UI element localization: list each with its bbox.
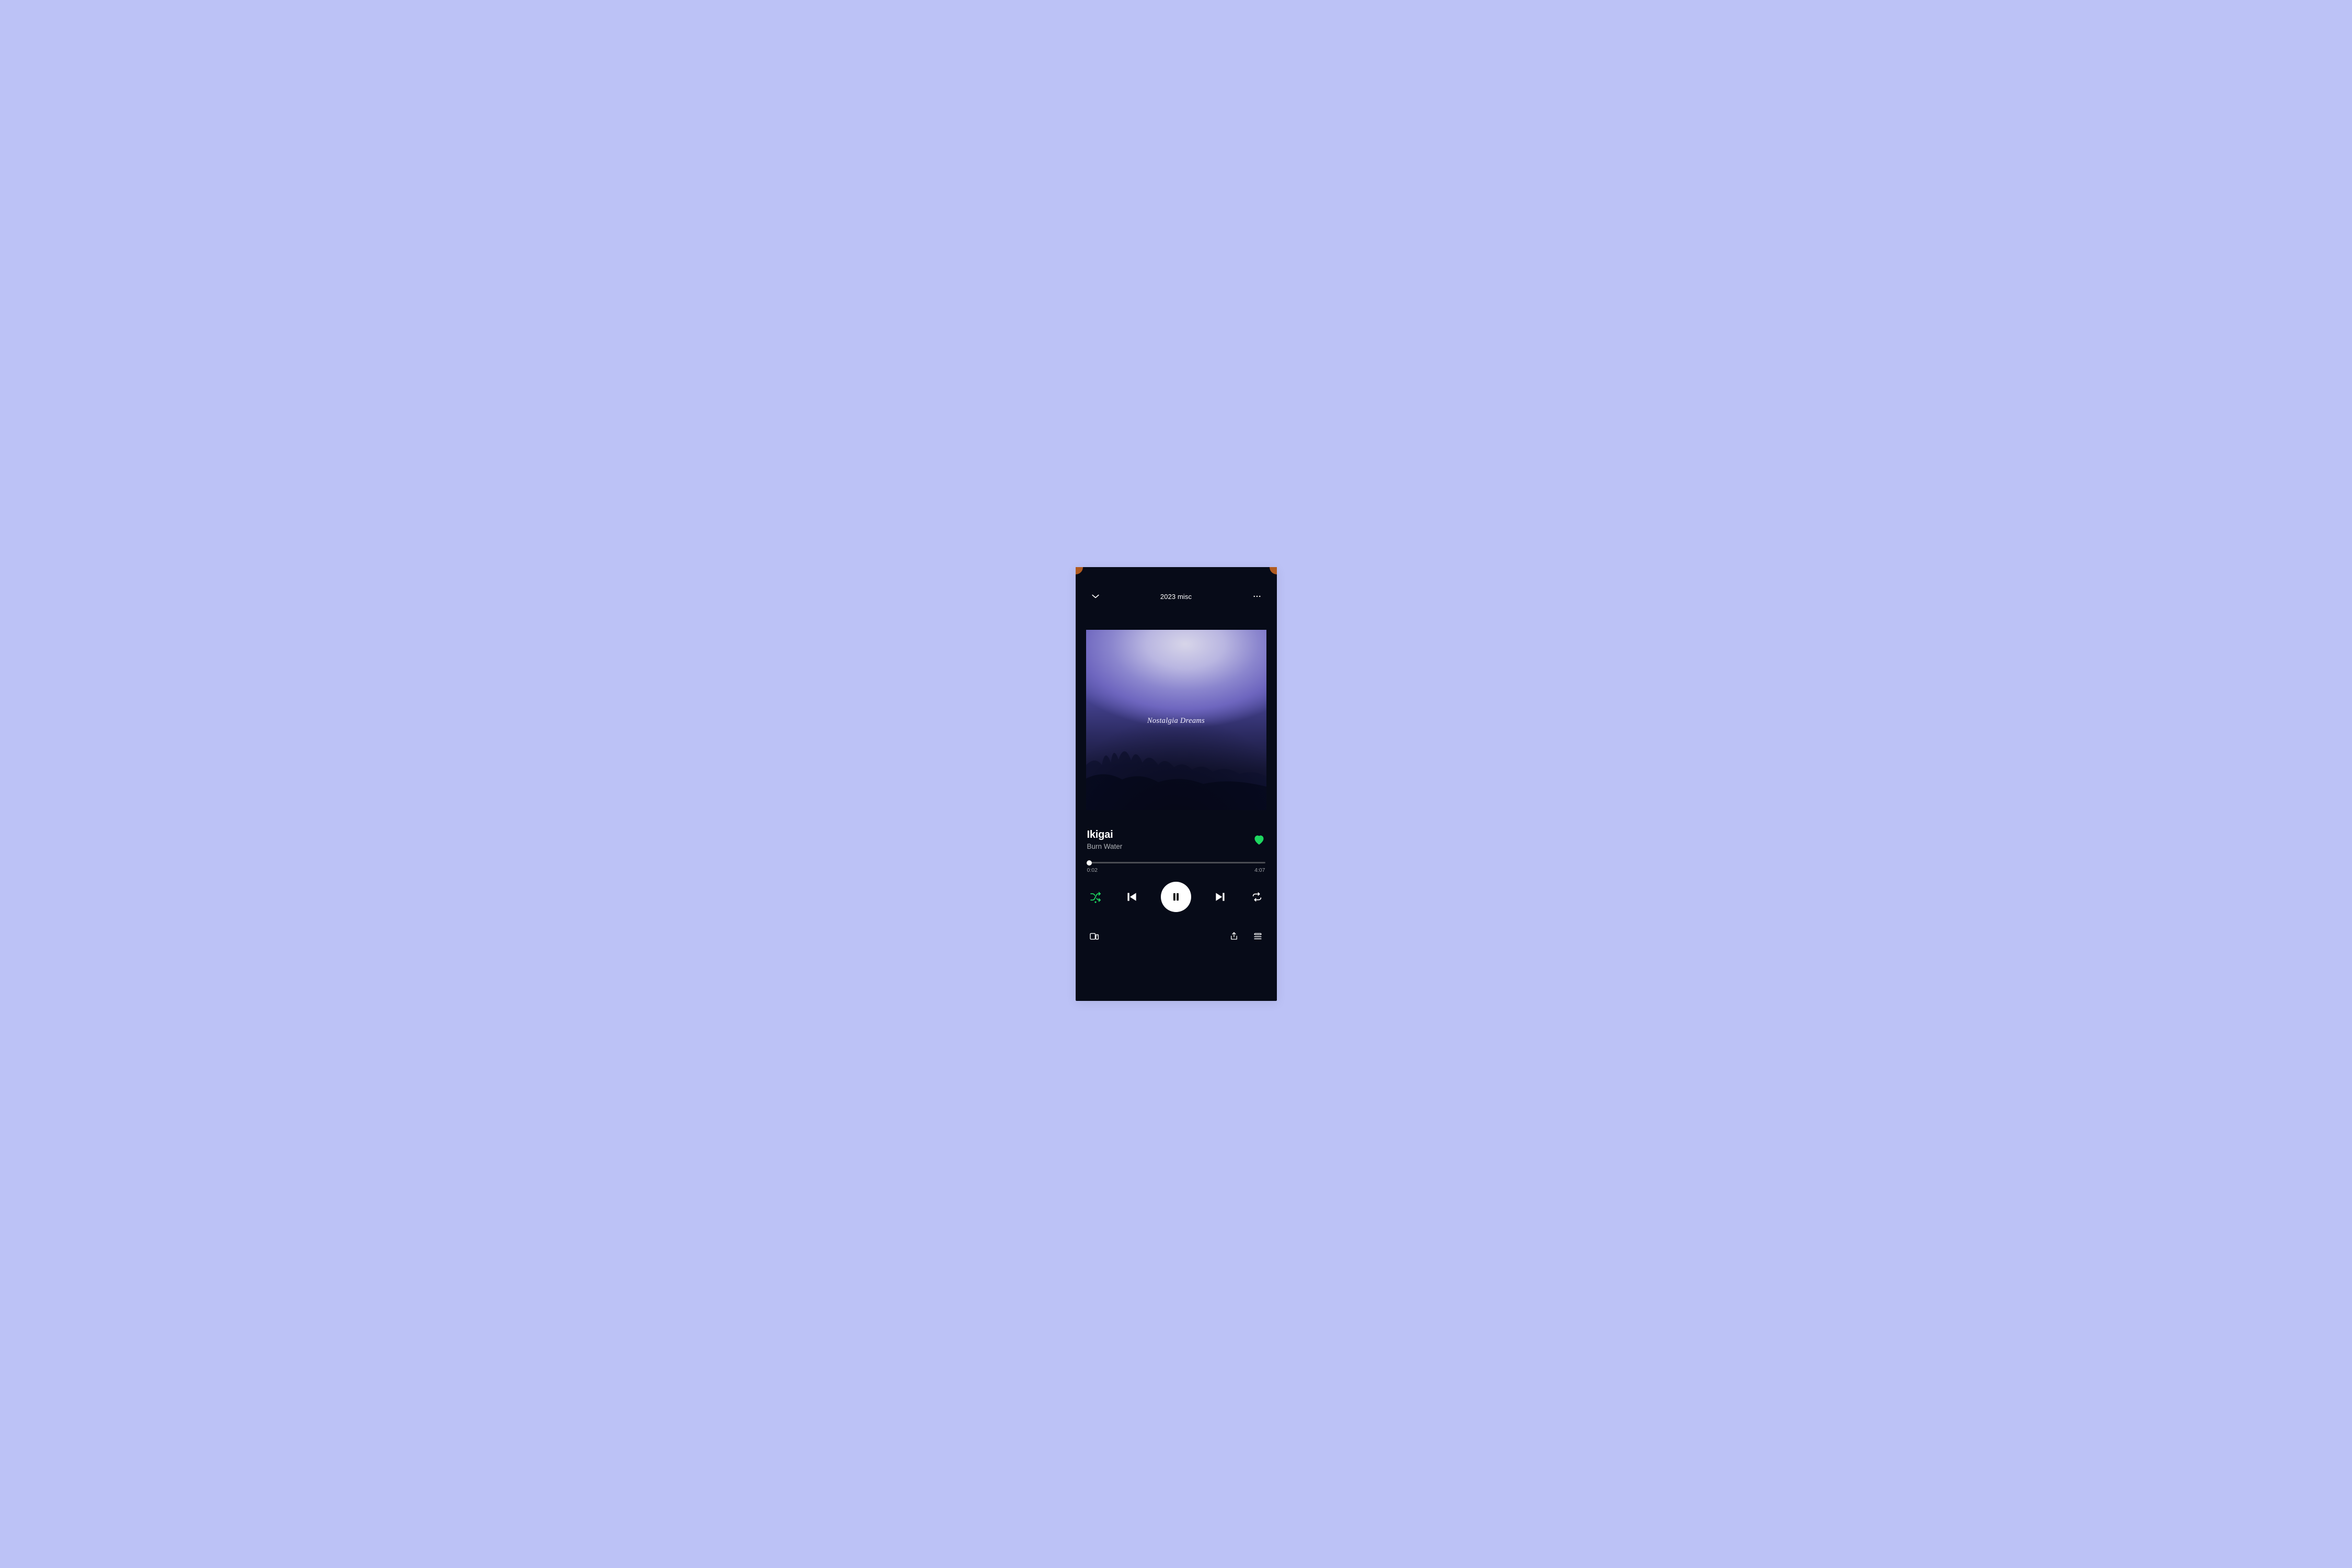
previous-button[interactable] (1124, 890, 1139, 904)
time-duration: 4:07 (1254, 867, 1265, 873)
now-playing-screen: 2023 misc Nostalgia Dreams Ikigai Burn W… (1076, 567, 1277, 1001)
more-icon (1252, 592, 1262, 601)
playback-controls (1086, 882, 1266, 912)
decoration (1076, 567, 1083, 574)
repeat-button[interactable] (1250, 890, 1264, 904)
previous-icon (1125, 890, 1138, 904)
next-button[interactable] (1213, 890, 1228, 904)
pause-icon (1170, 891, 1182, 903)
track-artist[interactable]: Burn Water (1087, 843, 1123, 850)
album-art-text: Nostalgia Dreams (1086, 717, 1266, 725)
seek-thumb[interactable] (1087, 860, 1092, 866)
queue-button[interactable] (1253, 931, 1263, 941)
share-icon (1229, 931, 1239, 941)
decoration (1270, 567, 1277, 574)
devices-button[interactable] (1089, 931, 1100, 941)
play-pause-button[interactable] (1161, 882, 1191, 912)
shuffle-button[interactable] (1088, 890, 1103, 904)
bottom-bar (1086, 931, 1266, 943)
repeat-icon (1251, 891, 1263, 903)
more-button[interactable] (1251, 590, 1263, 603)
collapse-button[interactable] (1089, 590, 1102, 603)
share-button[interactable] (1229, 931, 1239, 941)
shuffle-icon (1089, 891, 1102, 903)
devices-icon (1089, 931, 1099, 941)
seek-bar[interactable] (1087, 862, 1265, 863)
chevron-down-icon (1090, 591, 1101, 602)
album-art[interactable]: Nostalgia Dreams (1086, 630, 1266, 810)
heart-icon (1253, 834, 1265, 846)
time-elapsed: 0:02 (1087, 867, 1098, 873)
context-title[interactable]: 2023 misc (1160, 593, 1192, 601)
queue-icon (1253, 931, 1263, 941)
track-title[interactable]: Ikigai (1087, 829, 1123, 841)
track-meta: Ikigai Burn Water (1086, 829, 1266, 850)
next-icon (1214, 890, 1227, 904)
like-button[interactable] (1253, 834, 1265, 846)
progress-section: 0:02 4:07 (1086, 862, 1266, 873)
top-bar: 2023 misc (1086, 578, 1266, 603)
